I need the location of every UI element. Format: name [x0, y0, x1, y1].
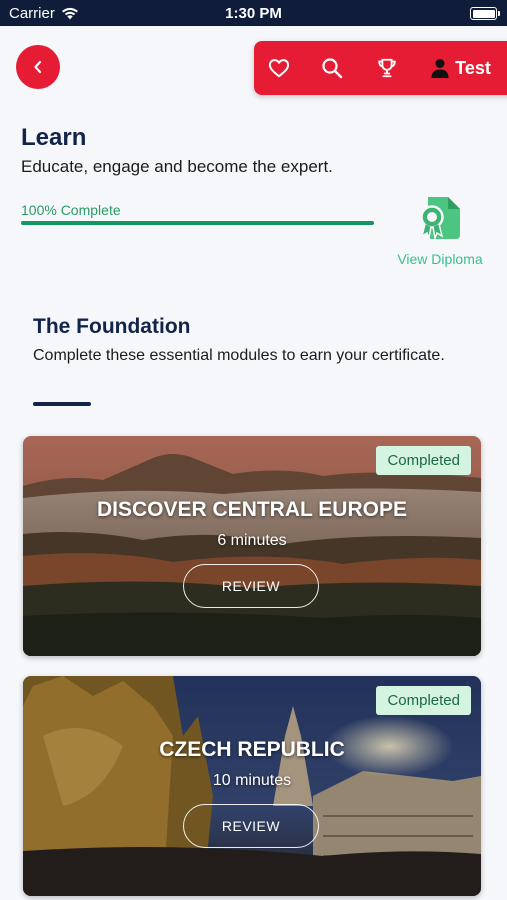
user-icon	[431, 59, 449, 78]
search-icon	[322, 58, 343, 79]
page-title: Learn	[21, 124, 87, 151]
module-title: DISCOVER CENTRAL EUROPE	[97, 498, 407, 521]
review-button[interactable]: REVIEW	[183, 804, 319, 848]
review-button[interactable]: REVIEW	[183, 564, 319, 608]
diploma-certificate-icon[interactable]	[418, 197, 462, 244]
trophy-icon	[378, 58, 396, 78]
status-bar: Carrier 1:30 PM	[0, 0, 507, 26]
module-title: CZECH REPUBLIC	[159, 738, 345, 761]
search-button[interactable]	[317, 41, 347, 95]
battery-icon	[470, 7, 500, 20]
module-card-discover-central-europe[interactable]: Completed DISCOVER CENTRAL EUROPE 6 minu…	[23, 436, 481, 656]
profile-button[interactable]: Test	[426, 41, 496, 95]
progress-bar-fill	[21, 221, 374, 225]
section-description: Complete these essential modules to earn…	[33, 347, 445, 364]
chevron-left-icon	[34, 60, 42, 74]
section-title: The Foundation	[33, 315, 191, 338]
clock: 1:30 PM	[225, 5, 282, 22]
page-subtitle: Educate, engage and become the expert.	[21, 157, 333, 176]
favorites-button[interactable]	[264, 41, 294, 95]
progress-bar	[21, 221, 374, 225]
header-toolbar: Test	[254, 41, 507, 95]
achievements-button[interactable]	[372, 41, 402, 95]
view-diploma-link[interactable]: View Diploma	[390, 251, 490, 267]
back-button[interactable]	[16, 45, 60, 89]
heart-icon	[268, 59, 290, 78]
status-badge: Completed	[376, 686, 471, 715]
module-duration: 10 minutes	[212, 772, 292, 789]
module-duration: 6 minutes	[217, 532, 287, 549]
status-badge: Completed	[376, 446, 471, 475]
progress-label: 100% Complete	[21, 202, 121, 218]
section-divider	[33, 402, 91, 406]
user-name: Test	[455, 57, 491, 78]
module-card-czech-republic[interactable]: Completed CZECH REPUBLIC 10 minutes REVI…	[23, 676, 481, 896]
